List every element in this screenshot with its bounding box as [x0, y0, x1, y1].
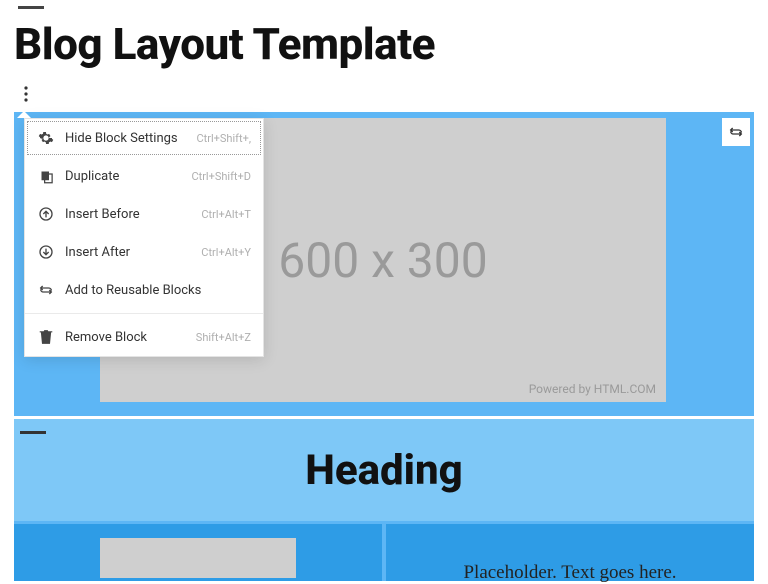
menu-label: Duplicate: [65, 169, 181, 184]
menu-label: Insert After: [65, 245, 191, 260]
after-icon: [37, 243, 55, 261]
top-dash: [18, 6, 44, 9]
loop-icon: [728, 126, 744, 138]
menu-label: Hide Block Settings: [65, 131, 187, 146]
reusable-block-button[interactable]: [722, 118, 750, 146]
trash-icon: [37, 328, 55, 346]
copy-icon: [37, 167, 55, 185]
placeholder-dimensions: 600 x 300: [278, 232, 487, 289]
menu-separator: [25, 313, 263, 314]
placeholder-credit: Powered by HTML.COM: [529, 382, 656, 396]
more-vertical-icon: [24, 86, 28, 102]
block-options-menu: Hide Block Settings Ctrl+Shift+, Duplica…: [24, 118, 264, 357]
menu-item-hide-settings[interactable]: Hide Block Settings Ctrl+Shift+,: [25, 119, 263, 157]
menu-item-reusable[interactable]: Add to Reusable Blocks: [25, 271, 263, 309]
column-right[interactable]: Placeholder. Text goes here.: [386, 524, 754, 581]
before-icon: [37, 205, 55, 223]
menu-shortcut: Shift+Alt+Z: [196, 331, 251, 344]
menu-label: Remove Block: [65, 330, 186, 345]
loop-icon: [37, 281, 55, 299]
menu-label: Add to Reusable Blocks: [65, 283, 241, 298]
heading-block[interactable]: Heading: [14, 419, 754, 521]
menu-item-duplicate[interactable]: Duplicate Ctrl+Shift+D: [25, 157, 263, 195]
menu-item-insert-after[interactable]: Insert After Ctrl+Alt+Y: [25, 233, 263, 271]
image-placeholder-small: [100, 538, 296, 578]
menu-shortcut: Ctrl+Shift+,: [197, 132, 252, 145]
menu-label: Insert Before: [65, 207, 191, 222]
menu-item-insert-before[interactable]: Insert Before Ctrl+Alt+T: [25, 195, 263, 233]
placeholder-text: Placeholder. Text goes here.: [463, 538, 676, 567]
page-title: Blog Layout Template: [14, 18, 435, 70]
menu-item-remove[interactable]: Remove Block Shift+Alt+Z: [25, 318, 263, 356]
menu-shortcut: Ctrl+Alt+Y: [201, 246, 251, 259]
heading-dash: [20, 431, 46, 434]
menu-shortcut: Ctrl+Alt+T: [201, 208, 251, 221]
gear-icon: [37, 129, 55, 147]
menu-shortcut: Ctrl+Shift+D: [191, 170, 251, 183]
heading-text: Heading: [305, 446, 462, 495]
column-left[interactable]: [14, 524, 382, 581]
columns-row: Placeholder. Text goes here.: [14, 524, 754, 581]
